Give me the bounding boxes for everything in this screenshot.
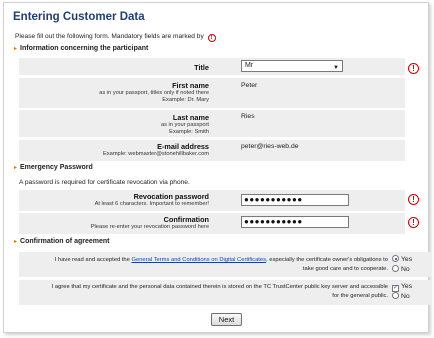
section-participant: ▸ Information concerning the participant [14, 45, 148, 52]
next-button[interactable]: Next [211, 313, 242, 326]
publish-yes-checkbox[interactable]: ✓ [392, 285, 399, 292]
title-label-group: Title [194, 63, 209, 72]
email-example: Example: webmaster@stonehillbaker.com [103, 151, 209, 157]
confirmation-hint: Please re-enter your revocation password… [90, 224, 209, 230]
agreement-terms-post: , especially the certificate owner's obl… [266, 257, 388, 272]
confirmation-password-field[interactable]: ●●●●●●●●●●● [241, 216, 349, 228]
first-name-label-group: First name as in your passport, titles o… [99, 81, 209, 104]
terms-no-label: No [401, 266, 410, 273]
title-select-value: Mr [245, 62, 254, 69]
emergency-note: A password is required for certificate r… [19, 179, 190, 186]
last-name-label-group: Last name as in your passport Example: S… [161, 113, 209, 136]
last-name-value[interactable]: Ries [241, 113, 255, 120]
last-name-row: Last name as in your passport Example: S… [19, 110, 405, 137]
publish-no-option[interactable]: No [392, 292, 412, 302]
section-participant-label: Information concerning the participant [20, 45, 149, 52]
required-icon: ! [408, 63, 419, 74]
section-emergency: ▸ Emergency Password [14, 164, 93, 171]
agreement-terms-options: Yes No [392, 255, 412, 275]
page-title: Entering Customer Data [13, 11, 145, 23]
confirmation-label: Confirmation [163, 215, 209, 224]
publish-no-label: No [401, 293, 410, 300]
first-name-hint: as in your passport, titles only if note… [99, 90, 209, 96]
terms-link[interactable]: General Terms and Conditions on Digital … [131, 257, 266, 263]
section-emergency-label: Emergency Password [20, 164, 93, 171]
first-name-label: First name [172, 81, 209, 90]
agreement-publish-options: ✓ Yes No [392, 282, 412, 302]
section-arrow-icon: ▸ [14, 165, 18, 171]
last-name-example: Example: Smith [169, 129, 209, 135]
terms-yes-option[interactable]: Yes [392, 255, 412, 265]
first-name-value[interactable]: Peter [241, 82, 257, 89]
terms-no-option[interactable]: No [392, 265, 412, 275]
section-confirmation: ▸ Confirmation of agreement [14, 238, 109, 245]
revocation-password-field[interactable]: ●●●●●●●●●●● [241, 194, 349, 206]
section-confirmation-label: Confirmation of agreement [20, 238, 110, 245]
publish-yes-option[interactable]: ✓ Yes [392, 282, 412, 292]
agreement-publish-text: I agree that my certificate and the pers… [51, 284, 388, 299]
last-name-label: Last name [172, 113, 209, 122]
publish-no-radio[interactable] [392, 292, 399, 299]
revocation-hint: At least 6 characters. Important to reme… [94, 201, 209, 207]
title-label: Title [194, 63, 209, 72]
required-icon: ! [207, 34, 216, 42]
intro-label: Please fill out the following form. Mand… [15, 33, 204, 40]
confirmation-row: Confirmation Please re-enter your revoca… [19, 213, 405, 234]
confirmation-label-group: Confirmation Please re-enter your revoca… [91, 215, 209, 231]
last-name-hint: as in your passport [160, 122, 209, 128]
agreement-terms-row: I have read and accepted the General Ter… [19, 252, 432, 277]
form-window: Entering Customer Data Please fill out t… [3, 2, 432, 333]
terms-yes-label: Yes [401, 256, 413, 263]
email-value[interactable]: peter@ries-web.de [241, 143, 299, 150]
chevron-down-icon: ▼ [333, 65, 339, 71]
agreement-publish-row: I agree that my certificate and the pers… [19, 280, 432, 305]
title-select[interactable]: Mr ▼ [241, 60, 343, 72]
section-arrow-icon: ▸ [14, 46, 18, 52]
title-row: Title Mr ▼ [19, 58, 405, 75]
email-row: E-mail address Example: webmaster@stoneh… [19, 140, 405, 161]
email-label-group: E-mail address Example: webmaster@stoneh… [103, 142, 209, 158]
section-arrow-icon: ▸ [14, 239, 18, 245]
terms-yes-radio[interactable] [392, 255, 399, 262]
revocation-label: Revocation password [133, 192, 209, 201]
email-label: E-mail address [157, 142, 209, 151]
intro-text: Please fill out the following form. Mand… [15, 33, 216, 42]
terms-no-radio[interactable] [392, 265, 399, 272]
agreement-terms-text: I have read and accepted the General Ter… [48, 256, 388, 274]
first-name-example: Example: Dr. Mary [162, 97, 209, 103]
first-name-row: First name as in your passport, titles o… [19, 78, 405, 108]
revocation-row: Revocation password At least 6 character… [19, 190, 405, 211]
revocation-label-group: Revocation password At least 6 character… [95, 192, 209, 208]
agreement-terms-pre: I have read and accepted the [54, 257, 130, 263]
required-icon: ! [408, 217, 419, 228]
publish-yes-label: Yes [401, 283, 413, 290]
required-icon: ! [408, 194, 419, 205]
